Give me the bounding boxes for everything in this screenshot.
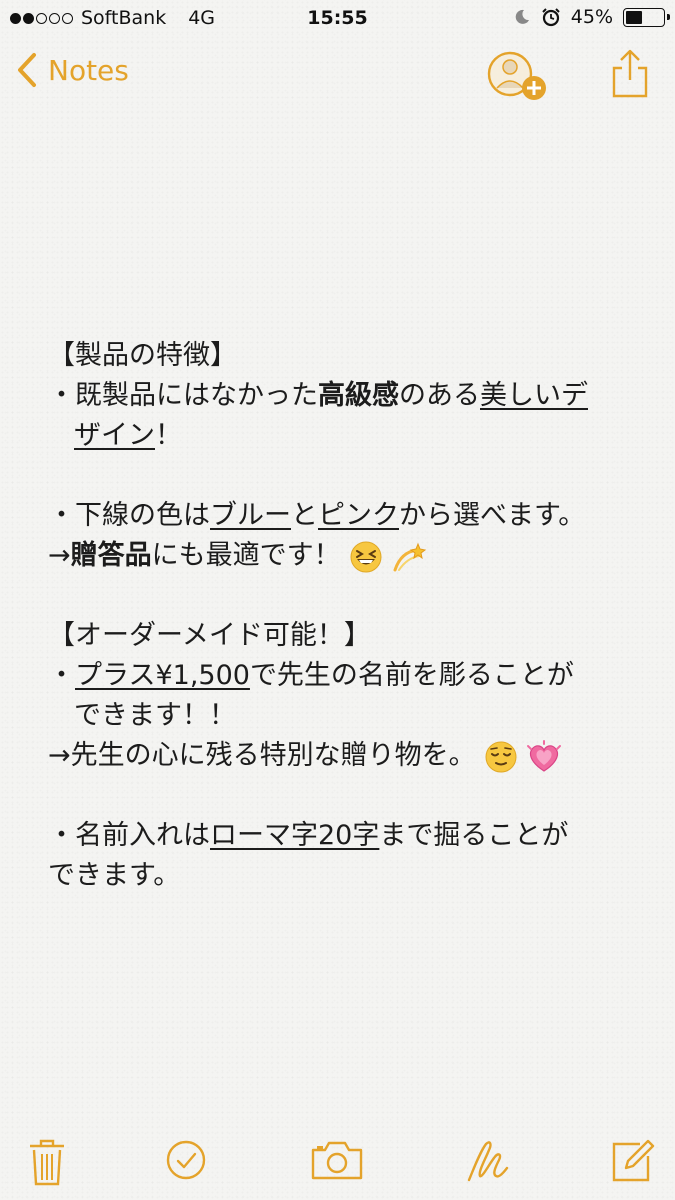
name-engraving-limit: ・名前入れはローマ字20字まで掘ることが bbox=[48, 820, 569, 851]
checklist-icon bbox=[166, 1140, 206, 1180]
sketch-icon bbox=[467, 1141, 509, 1182]
moon-icon bbox=[515, 9, 529, 24]
battery-fill bbox=[626, 10, 643, 24]
sketch-button[interactable] bbox=[466, 1138, 510, 1188]
alarm-icon bbox=[542, 8, 560, 27]
feature-gift: →贈答品にも最適です！ bbox=[48, 536, 648, 576]
custom-engraving: ・プラス¥1,500で先生の名前を彫ることが bbox=[48, 660, 574, 691]
trash-icon bbox=[30, 1139, 64, 1186]
growing-heart-icon bbox=[526, 739, 561, 772]
feature-design: ・既製品にはなかった高級感のある美しいデ bbox=[48, 380, 588, 411]
feature-colors: ・下線の色はブルーとピンクから選べます。 bbox=[48, 500, 586, 531]
section-title-custom: 【オーダーメイド可能！】 bbox=[48, 620, 371, 651]
section-title-features: 【製品の特徴】 bbox=[48, 340, 237, 371]
custom-engraving-cont: できます！！ bbox=[74, 700, 236, 731]
share-button[interactable] bbox=[608, 48, 652, 100]
battery-percent: 45% bbox=[570, 6, 613, 28]
add-person-button[interactable] bbox=[486, 48, 550, 104]
compose-button[interactable] bbox=[610, 1138, 656, 1188]
name-engraving-limit-cont: できます。 bbox=[48, 860, 181, 891]
status-right: 45% bbox=[513, 6, 670, 28]
navigation-bar: Notes bbox=[0, 40, 675, 116]
chevron-left-icon bbox=[18, 53, 36, 87]
custom-gift: →先生の心に残る特別な贈り物を。 bbox=[48, 736, 648, 776]
add-person-icon bbox=[487, 51, 546, 100]
checklist-button[interactable] bbox=[166, 1138, 206, 1186]
battery-icon bbox=[623, 7, 670, 27]
camera-icon bbox=[311, 1141, 363, 1180]
status-bar: SoftBank 4G 15:55 45% bbox=[0, 0, 675, 40]
dizzy-icon bbox=[393, 542, 426, 571]
compose-icon bbox=[612, 1139, 655, 1182]
bottom-toolbar bbox=[0, 1130, 675, 1190]
relieved-face-icon bbox=[485, 741, 517, 772]
delete-button[interactable] bbox=[28, 1138, 66, 1190]
back-button[interactable]: Notes bbox=[16, 52, 129, 88]
share-icon bbox=[612, 49, 648, 98]
feature-design-cont: ザイン！ bbox=[74, 420, 182, 451]
note-body[interactable]: 【製品の特徴】 ・既製品にはなかった高級感のある美しいデ ザイン！ ・下線の色は… bbox=[48, 336, 648, 896]
grinning-squinting-face-icon bbox=[350, 541, 382, 572]
back-button-label: Notes bbox=[48, 53, 129, 87]
camera-button[interactable] bbox=[310, 1138, 364, 1186]
